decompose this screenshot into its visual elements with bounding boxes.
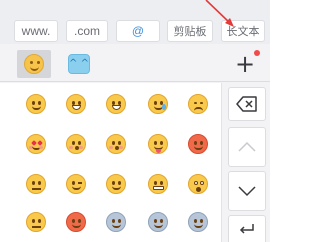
tab-emoji[interactable] [17, 50, 51, 78]
chevron-up-icon [238, 141, 256, 152]
add-button[interactable]: + [232, 52, 258, 78]
emoji-key[interactable] [54, 165, 98, 203]
emoji-key[interactable] [94, 125, 138, 163]
grin-face-icon [66, 94, 86, 114]
emoji-key[interactable] [94, 165, 138, 203]
chevron-down-icon [238, 186, 256, 197]
page-down-button[interactable] [228, 171, 266, 211]
kiss-face-icon [106, 134, 126, 154]
emoji-key[interactable] [54, 85, 98, 123]
shock-face-icon [188, 174, 208, 194]
www-key[interactable]: www. [14, 20, 58, 42]
tongue-face-icon [148, 134, 168, 154]
flat-face-icon [26, 212, 46, 232]
emoji-key[interactable] [176, 125, 220, 163]
emoji-key[interactable] [176, 85, 220, 123]
emoji-key[interactable] [136, 85, 180, 123]
kiss-face-icon [66, 134, 86, 154]
quick-input-bar: www. .com @ 剪贴板 长文本 [0, 0, 270, 44]
emoji-key[interactable] [54, 125, 98, 163]
emoji-key[interactable] [14, 165, 58, 203]
kaomoji-face-icon: ^ ^ [68, 54, 90, 74]
clipboard-key[interactable]: 剪贴板 [167, 20, 213, 42]
emoji-key[interactable] [136, 203, 180, 241]
long-text-key[interactable]: 长文本 [221, 20, 265, 42]
grin-face-icon [106, 94, 126, 114]
angry-face-icon [188, 134, 208, 154]
tab-kaomoji[interactable]: ^ ^ [62, 50, 96, 78]
flat-face-icon [26, 174, 46, 194]
emoji-smile-icon [24, 54, 44, 74]
wink-face-icon [66, 174, 86, 194]
heart-face-icon [26, 134, 46, 154]
backspace-icon [236, 96, 257, 112]
teeth-face-icon [148, 174, 168, 194]
smile-face-icon [26, 94, 46, 114]
emoji-key[interactable] [54, 203, 98, 241]
emoji-key[interactable] [176, 165, 220, 203]
at-key[interactable]: @ [116, 20, 160, 42]
emoji-key[interactable] [14, 203, 58, 241]
fear-face-icon [188, 212, 208, 232]
tear-face-icon [148, 94, 168, 114]
emoji-keyboard: www. .com @ 剪贴板 长文本 ^ ^ + [0, 0, 270, 242]
emoji-key[interactable] [14, 125, 58, 163]
emoji-grid [0, 83, 222, 242]
category-bar: ^ ^ + [0, 44, 270, 82]
return-button[interactable] [228, 215, 266, 242]
fear-face-icon [148, 212, 168, 232]
emoji-key[interactable] [176, 203, 220, 241]
page-up-button[interactable] [228, 127, 266, 167]
angry-face-icon [66, 212, 86, 232]
emoji-key[interactable] [136, 125, 180, 163]
return-icon [239, 224, 254, 234]
smile-face-icon [106, 174, 126, 194]
function-column [222, 83, 270, 242]
com-key[interactable]: .com [66, 20, 108, 42]
delete-button[interactable] [228, 87, 266, 121]
emoji-key[interactable] [94, 85, 138, 123]
emoji-key[interactable] [14, 85, 58, 123]
cry-face-icon [188, 94, 208, 114]
notification-dot [254, 50, 260, 56]
emoji-key[interactable] [136, 165, 180, 203]
fear-face-icon [106, 212, 126, 232]
emoji-key[interactable] [94, 203, 138, 241]
